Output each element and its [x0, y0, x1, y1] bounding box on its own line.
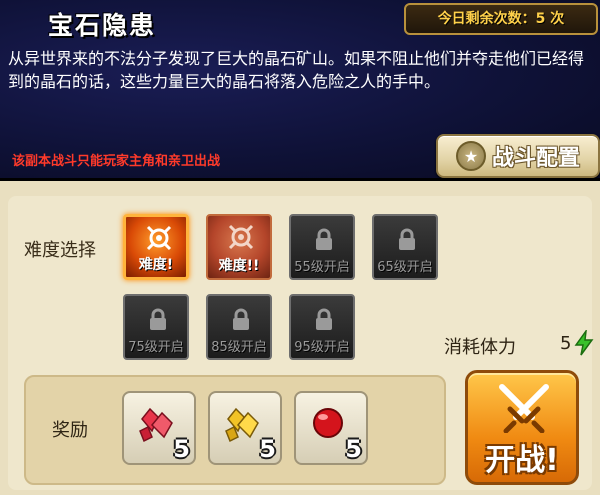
difficulty-option-label: 75级开启	[128, 340, 184, 355]
lock-icon	[316, 308, 332, 330]
stamina-cost-value: 5	[560, 333, 572, 354]
reward-count: 5	[259, 435, 276, 463]
reward-item-3[interactable]: 5	[294, 391, 368, 465]
battle-config-label: 战斗配置	[491, 146, 580, 171]
gold-crystal-icon	[225, 407, 259, 443]
difficulty-option-2[interactable]: 难度!!	[206, 214, 272, 280]
difficulty-option-6[interactable]: 85级开启	[206, 294, 272, 360]
start-battle-label: 开战!	[485, 443, 559, 478]
reward-item-1[interactable]: 5	[122, 391, 196, 465]
difficulty-option-4[interactable]: 65级开启	[372, 214, 438, 280]
reward-count: 5	[173, 435, 190, 463]
difficulty-option-label: 95级开启	[294, 340, 350, 355]
difficulty-option-label: 55级开启	[294, 260, 350, 275]
difficulty-option-label: 难度!!	[218, 258, 260, 274]
lock-icon	[233, 308, 249, 330]
difficulty-option-label: 85级开启	[211, 340, 267, 355]
difficulty-option-1[interactable]: 难度!	[123, 214, 189, 280]
difficulty-option-3[interactable]: 55级开启	[289, 214, 355, 280]
difficulty-option-7[interactable]: 95级开启	[289, 294, 355, 360]
target-icon	[146, 225, 172, 251]
mission-header: 宝石隐患 今日剩余次数：5 次 从异世界来的不法分子发现了巨大的晶石矿山。如果不…	[0, 0, 600, 181]
lightning-bolt-icon	[574, 330, 594, 356]
difficulty-label: 难度选择	[24, 240, 96, 261]
mission-description: 从异世界来的不法分子发现了巨大的晶石矿山。如果不阻止他们并夺走他们已经得到的晶石…	[8, 49, 585, 91]
reward-count: 5	[345, 435, 362, 463]
start-battle-button[interactable]: 开战!	[465, 370, 579, 485]
reward-item-2[interactable]: 5	[208, 391, 282, 465]
target-icon	[228, 224, 254, 250]
mission-title: 宝石隐患	[48, 11, 157, 40]
star-icon: ★	[455, 141, 486, 171]
stamina-cost-label: 消耗体力	[444, 337, 516, 358]
crossed-swords-icon	[499, 384, 549, 433]
participation-warning: 该副本战斗只能玩家主角和亲卫出战	[12, 154, 221, 169]
rewards-label: 奖励	[52, 420, 88, 441]
difficulty-option-5[interactable]: 75级开启	[123, 294, 189, 360]
battle-config-button[interactable]: ★ 战斗配置	[436, 134, 600, 178]
difficulty-option-label: 65级开启	[377, 260, 433, 275]
daily-attempts-badge: 今日剩余次数：5 次	[404, 3, 598, 35]
difficulty-option-label: 难度!	[138, 257, 174, 273]
lock-icon	[399, 228, 415, 250]
red-crystal-icon	[139, 407, 173, 443]
lock-icon	[316, 228, 332, 250]
lock-icon	[150, 308, 166, 330]
